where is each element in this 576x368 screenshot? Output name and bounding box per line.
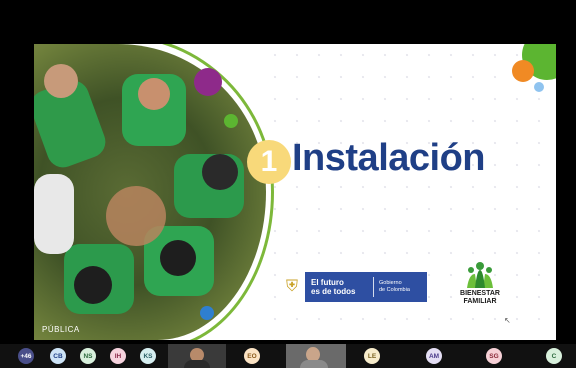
gobierno-colombia-logo: ⛨ El futuro es de todos Gobierno de Colo… [279, 272, 427, 302]
gov-slogan: El futuro es de todos [305, 278, 373, 296]
participant-avatar[interactable]: LE [364, 348, 380, 364]
participant-avatar[interactable]: KS [140, 348, 156, 364]
gov-name: Gobierno de Colombia [374, 280, 410, 294]
bf-name-line1: BIENESTAR [460, 290, 500, 297]
colombia-shield-icon: ⛨ [279, 272, 305, 302]
participant-avatar[interactable]: NS [80, 348, 96, 364]
presentation-slide: 1 Instalación ⛨ El futuro es de todos Go… [34, 44, 556, 340]
purple-dot-icon [194, 68, 222, 96]
green-dot-icon [224, 114, 238, 128]
participant-avatar[interactable]: EO [244, 348, 260, 364]
participant-avatar[interactable]: IH [110, 348, 126, 364]
participant-avatar[interactable]: SG [486, 348, 502, 364]
bf-name-line2: FAMILIAR [463, 298, 497, 305]
gov-divider [373, 277, 374, 297]
decorative-arc [34, 44, 274, 340]
participant-shoulders [300, 360, 328, 368]
participant-overflow-avatar[interactable]: +46 [18, 348, 34, 364]
gov-name-line2: de Colombia [379, 287, 410, 293]
gov-slogan-line1: El futuro [311, 278, 344, 287]
section-number-badge: 1 [247, 140, 291, 184]
gov-name-line1: Gobierno [379, 280, 402, 286]
bienestar-familiar-logo: BIENESTAR FAMILIAR [452, 260, 508, 306]
light-blue-dot-icon [534, 82, 544, 92]
blue-dot-icon [200, 306, 214, 320]
participant-avatar[interactable]: C [546, 348, 562, 364]
screen-share-view: 1 Instalación ⛨ El futuro es de todos Go… [0, 0, 576, 368]
mouse-cursor-icon: ↖ [504, 316, 511, 325]
participant-video-thumbnail[interactable] [286, 344, 346, 368]
family-icon [463, 260, 497, 290]
participant-avatar[interactable]: AM [426, 348, 442, 364]
participant-video-thumbnail[interactable] [168, 344, 226, 368]
classification-label: PÚBLICA [42, 325, 80, 334]
participant-avatar[interactable]: CB [50, 348, 66, 364]
participants-bar: +46 CB NS IH KS EO LE AM SG C [0, 344, 576, 368]
gov-slogan-line2: es de todos [311, 287, 356, 296]
slide-title: Instalación [292, 137, 486, 179]
participant-shoulders [184, 360, 210, 368]
orange-dot-icon [512, 60, 534, 82]
